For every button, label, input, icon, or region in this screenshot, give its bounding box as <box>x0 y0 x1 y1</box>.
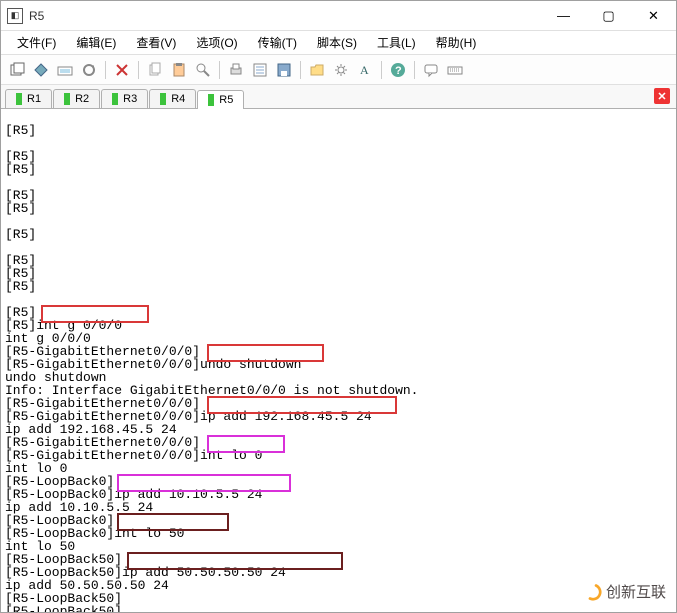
window-controls: — ▢ ✕ <box>541 2 676 30</box>
tb-settings-icon[interactable] <box>331 60 351 80</box>
tb-connect-icon[interactable] <box>55 60 75 80</box>
tb-disconnect-icon[interactable] <box>112 60 132 80</box>
titlebar: ◧ R5 — ▢ ✕ <box>1 1 676 31</box>
tb-copy-icon[interactable] <box>145 60 165 80</box>
app-window: ◧ R5 — ▢ ✕ 文件(F) 编辑(E) 查看(V) 选项(O) 传输(T)… <box>0 0 677 613</box>
toolbar-separator <box>219 61 220 79</box>
watermark: 创新互联 <box>584 581 666 602</box>
tb-folder-icon[interactable] <box>307 60 327 80</box>
tab-r3[interactable]: R3 <box>101 89 148 108</box>
svg-text:?: ? <box>395 65 402 77</box>
menu-tools[interactable]: 工具(L) <box>371 32 422 53</box>
tb-save-icon[interactable] <box>274 60 294 80</box>
tab-status-icon <box>64 93 70 105</box>
tab-status-icon <box>112 93 118 105</box>
tb-font-icon[interactable]: A <box>355 60 375 80</box>
tab-r5[interactable]: R5 <box>197 90 244 109</box>
tb-keyboard-icon[interactable] <box>445 60 465 80</box>
tb-find-icon[interactable] <box>193 60 213 80</box>
menu-edit[interactable]: 编辑(E) <box>70 32 122 53</box>
tab-label: R2 <box>75 93 89 105</box>
tabbar-close-icon[interactable]: ✕ <box>654 88 670 104</box>
menu-file[interactable]: 文件(F) <box>11 32 62 53</box>
tab-status-icon <box>16 93 22 105</box>
tb-print-icon[interactable] <box>226 60 246 80</box>
svg-text:A: A <box>360 63 369 77</box>
tb-chat-icon[interactable] <box>421 60 441 80</box>
toolbar-separator <box>414 61 415 79</box>
tab-label: R5 <box>219 94 233 106</box>
menubar: 文件(F) 编辑(E) 查看(V) 选项(O) 传输(T) 脚本(S) 工具(L… <box>1 31 676 55</box>
terminal-output[interactable]: [R5] [R5] [R5] [R5] [R5] [R5] [R5] [R5] … <box>1 122 676 612</box>
tab-label: R1 <box>27 93 41 105</box>
menu-options[interactable]: 选项(O) <box>190 32 243 53</box>
menu-view[interactable]: 查看(V) <box>130 32 182 53</box>
maximize-button[interactable]: ▢ <box>586 2 631 30</box>
tab-label: R4 <box>171 93 185 105</box>
tab-r1[interactable]: R1 <box>5 89 52 108</box>
tabbar: R1 R2 R3 R4 R5 ✕ <box>1 85 676 109</box>
tab-label: R3 <box>123 93 137 105</box>
tb-new-session-icon[interactable] <box>7 60 27 80</box>
menu-script[interactable]: 脚本(S) <box>311 32 363 53</box>
minimize-button[interactable]: — <box>541 2 586 30</box>
tb-log-icon[interactable] <box>250 60 270 80</box>
toolbar: A ? <box>1 55 676 85</box>
toolbar-separator <box>300 61 301 79</box>
tb-paste-icon[interactable] <box>169 60 189 80</box>
terminal-area: [R5] [R5] [R5] [R5] [R5] [R5] [R5] [R5] … <box>1 109 676 612</box>
toolbar-separator <box>381 61 382 79</box>
app-icon: ◧ <box>7 8 23 24</box>
tab-r2[interactable]: R2 <box>53 89 100 108</box>
menu-help[interactable]: 帮助(H) <box>430 32 483 53</box>
tab-status-icon <box>160 93 166 105</box>
tab-r4[interactable]: R4 <box>149 89 196 108</box>
toolbar-separator <box>138 61 139 79</box>
watermark-icon <box>581 580 605 604</box>
window-title: R5 <box>29 9 541 23</box>
tb-quick-connect-icon[interactable] <box>31 60 51 80</box>
tb-help-icon[interactable]: ? <box>388 60 408 80</box>
tab-status-icon <box>208 94 214 106</box>
watermark-text: 创新互联 <box>606 581 666 602</box>
tb-reconnect-icon[interactable] <box>79 60 99 80</box>
toolbar-separator <box>105 61 106 79</box>
close-button[interactable]: ✕ <box>631 2 676 30</box>
menu-transfer[interactable]: 传输(T) <box>252 32 303 53</box>
